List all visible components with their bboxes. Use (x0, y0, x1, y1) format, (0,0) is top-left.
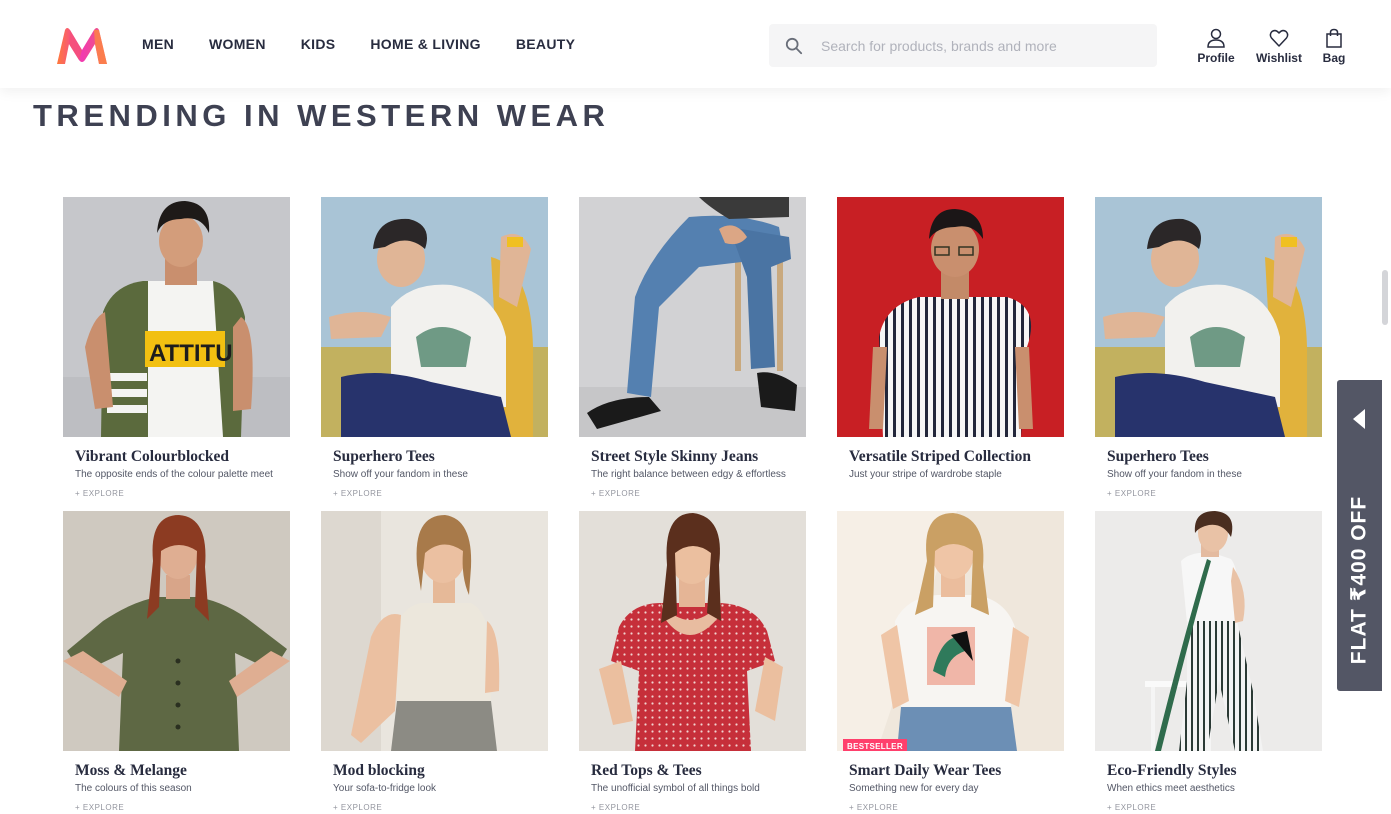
flat-offer-tab[interactable]: FLAT ₹400 OFF (1337, 380, 1382, 691)
card-image (321, 197, 548, 437)
card-title: Eco-Friendly Styles (1107, 762, 1237, 779)
card-title: Superhero Tees (333, 448, 435, 465)
wishlist-label: Wishlist (1256, 51, 1302, 65)
bag-label: Bag (1322, 51, 1346, 65)
card-description: Just your stripe of wardrobe staple (849, 469, 1002, 480)
card-title: Superhero Tees (1107, 448, 1209, 465)
card-image: ATTITU (63, 197, 290, 437)
card-image (837, 197, 1064, 437)
explore-link[interactable]: + EXPLORE (849, 803, 1064, 812)
search-bar (769, 24, 1157, 67)
card-title: Versatile Striped Collection (849, 448, 1031, 465)
profile-label: Profile (1197, 51, 1235, 65)
wishlist-heart-icon (1269, 29, 1289, 47)
card-description: Something new for every day (849, 783, 979, 794)
card-title: Street Style Skinny Jeans (591, 448, 759, 465)
card-versatile-striped-collection[interactable]: Versatile Striped Collection Just your s… (837, 197, 1064, 511)
card-moss-melange[interactable]: Moss & Melange The colours of this seaso… (63, 511, 290, 814)
card-red-tops-tees[interactable]: Red Tops & Tees The unofficial symbol of… (579, 511, 806, 814)
card-superhero-tees[interactable]: Superhero Tees Show off your fandom in t… (321, 197, 548, 511)
page-scrollbar[interactable] (1382, 270, 1388, 325)
myntra-logo[interactable] (55, 26, 109, 66)
card-street-style-skinny-jeans[interactable]: Street Style Skinny Jeans The right bala… (579, 197, 806, 511)
bag-button[interactable]: Bag (1320, 28, 1348, 65)
profile-icon (1207, 28, 1225, 48)
card-image (321, 511, 548, 751)
site-header: MEN WOMEN KIDS HOME & LIVING BEAUTY Prof… (0, 0, 1391, 88)
card-description: The right balance between edgy & effortl… (591, 469, 786, 480)
card-image (63, 511, 290, 751)
card-title: Red Tops & Tees (591, 762, 702, 779)
card-title: Smart Daily Wear Tees (849, 762, 1002, 779)
wishlist-button[interactable]: Wishlist (1255, 28, 1303, 65)
card-superhero-tees-2[interactable]: Superhero Tees Show off your fandom in t… (1095, 197, 1322, 511)
explore-link[interactable]: + EXPLORE (333, 803, 548, 812)
product-grid: ATTITU Vibrant Colourblocked The opposit… (63, 197, 1322, 814)
section-title: TRENDING IN WESTERN WEAR (33, 98, 610, 133)
shirt-graphic-text: ATTITU (149, 340, 233, 367)
card-image (579, 511, 806, 751)
explore-link[interactable]: + EXPLORE (591, 803, 806, 812)
nav-beauty[interactable]: BEAUTY (516, 36, 575, 52)
main-nav: MEN WOMEN KIDS HOME & LIVING BEAUTY (142, 36, 610, 52)
search-input[interactable] (821, 37, 1141, 54)
card-description: The colours of this season (75, 783, 192, 794)
bag-icon (1326, 28, 1342, 48)
nav-women[interactable]: WOMEN (209, 36, 266, 52)
explore-link[interactable]: + EXPLORE (333, 489, 548, 498)
nav-kids[interactable]: KIDS (301, 36, 336, 52)
explore-link[interactable]: + EXPLORE (75, 803, 290, 812)
explore-link[interactable]: + EXPLORE (591, 489, 806, 498)
card-description: When ethics meet aesthetics (1107, 783, 1235, 794)
card-title: Moss & Melange (75, 762, 187, 779)
search-icon[interactable] (785, 37, 803, 55)
explore-link[interactable]: + EXPLORE (1107, 803, 1322, 812)
card-description: Show off your fandom in these (333, 469, 468, 480)
card-description: The unofficial symbol of all things bold (591, 783, 760, 794)
card-image (579, 197, 806, 437)
card-vibrant-colourblocked[interactable]: ATTITU Vibrant Colourblocked The opposit… (63, 197, 290, 511)
nav-men[interactable]: MEN (142, 36, 174, 52)
card-eco-friendly-styles[interactable]: Eco-Friendly Styles When ethics meet aes… (1095, 511, 1322, 814)
bestseller-badge: BESTSELLER (843, 739, 907, 751)
arrow-left-icon[interactable] (1351, 407, 1367, 431)
card-description: Your sofa-to-fridge look (333, 783, 437, 794)
nav-home-living[interactable]: HOME & LIVING (370, 36, 480, 52)
card-title: Mod blocking (333, 762, 425, 779)
card-mod-blocking[interactable]: Mod blocking Your sofa-to-fridge look + … (321, 511, 548, 814)
card-smart-daily-wear-tees[interactable]: BESTSELLER Smart Daily Wear Tees Somethi… (837, 511, 1064, 814)
card-image (1095, 511, 1322, 751)
card-description: The opposite ends of the colour palette … (75, 469, 273, 480)
explore-link[interactable]: + EXPLORE (75, 489, 290, 498)
profile-button[interactable]: Profile (1194, 28, 1238, 65)
card-description: Show off your fandom in these (1107, 469, 1242, 480)
explore-link[interactable]: + EXPLORE (1107, 489, 1322, 498)
offer-text: FLAT ₹400 OFF (1347, 495, 1371, 665)
card-title: Vibrant Colourblocked (75, 448, 230, 465)
card-image: BESTSELLER (837, 511, 1064, 751)
header-actions: Profile Wishlist Bag (1194, 28, 1348, 65)
card-image (1095, 197, 1322, 437)
